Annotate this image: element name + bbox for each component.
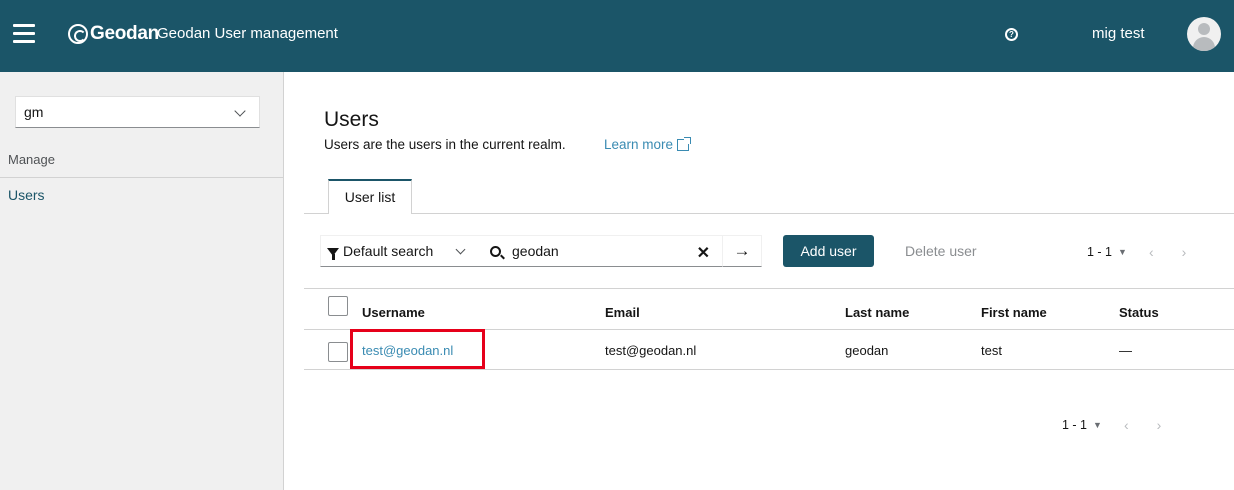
next-page-button[interactable]: ›	[1182, 244, 1187, 260]
row-checkbox[interactable]	[328, 342, 348, 362]
tab-user-list[interactable]: User list	[328, 179, 412, 214]
next-page-button[interactable]: ›	[1157, 417, 1162, 433]
external-link-icon	[677, 136, 692, 151]
caret-down-icon[interactable]: ▼	[1118, 247, 1127, 257]
learn-more-label: Learn more	[604, 137, 674, 152]
page-description: Users are the users in the current realm…	[324, 137, 566, 152]
close-icon[interactable]: ✕	[697, 243, 710, 263]
avatar[interactable]	[1187, 17, 1221, 51]
pagination-range[interactable]: 1 - 1	[1062, 418, 1087, 432]
tabs-divider	[304, 213, 1234, 214]
pagination-range[interactable]: 1 - 1	[1087, 245, 1112, 259]
chevron-down-icon	[234, 105, 246, 117]
prev-page-button[interactable]: ‹	[1149, 244, 1154, 260]
table-header: Username Email Last name First name Stat…	[304, 288, 1234, 330]
top-header: Geodan Geodan User management ? mig test	[0, 0, 1234, 72]
nav-section-manage: Manage	[0, 150, 283, 178]
filter-icon	[327, 248, 339, 260]
search-type-label: Default search	[343, 243, 434, 259]
pagination-top: 1 - 1 ▼ ‹ ›	[1087, 244, 1186, 260]
page-title: Users	[324, 108, 379, 131]
first-name-cell: test	[981, 343, 1002, 358]
user-menu[interactable]: mig test	[1092, 25, 1145, 42]
search-icon	[490, 245, 501, 257]
delete-user-button[interactable]: Delete user	[905, 243, 977, 259]
column-header-status[interactable]: Status	[1119, 305, 1159, 320]
help-icon[interactable]: ?	[1005, 28, 1018, 41]
column-header-email[interactable]: Email	[605, 305, 640, 320]
prev-page-button[interactable]: ‹	[1124, 417, 1129, 433]
sidebar-item-users[interactable]: Users	[8, 187, 45, 203]
realm-select-value: gm	[24, 104, 44, 120]
email-cell: test@geodan.nl	[605, 343, 697, 358]
hamburger-icon[interactable]	[13, 24, 35, 44]
search-input[interactable]	[512, 243, 672, 259]
app-title: Geodan User management	[157, 25, 338, 42]
column-header-username[interactable]: Username	[362, 305, 425, 320]
select-all-checkbox[interactable]	[328, 296, 348, 316]
pagination-bottom: 1 - 1 ▼ ‹ ›	[1062, 417, 1161, 433]
sidebar: gm Manage Users	[0, 72, 284, 490]
arrow-right-icon: →	[733, 241, 751, 260]
search-type-select[interactable]: Default search	[320, 235, 482, 267]
logo-text: Geodan	[90, 23, 159, 44]
column-header-last-name[interactable]: Last name	[845, 305, 909, 320]
search-submit-button[interactable]: →	[722, 235, 762, 267]
last-name-cell: geodan	[845, 343, 889, 358]
chevron-down-icon	[455, 244, 466, 255]
caret-down-icon[interactable]: ▼	[1093, 420, 1102, 430]
realm-select[interactable]: gm	[15, 96, 260, 128]
highlight-box	[350, 329, 485, 369]
add-user-button[interactable]: Add user	[783, 235, 874, 267]
learn-more-link[interactable]: Learn more	[604, 136, 692, 152]
logo-mark	[68, 24, 88, 44]
column-header-first-name[interactable]: First name	[981, 305, 1047, 320]
search-box: ✕	[482, 235, 722, 267]
logo: Geodan	[68, 23, 159, 45]
status-cell: —	[1119, 343, 1132, 358]
